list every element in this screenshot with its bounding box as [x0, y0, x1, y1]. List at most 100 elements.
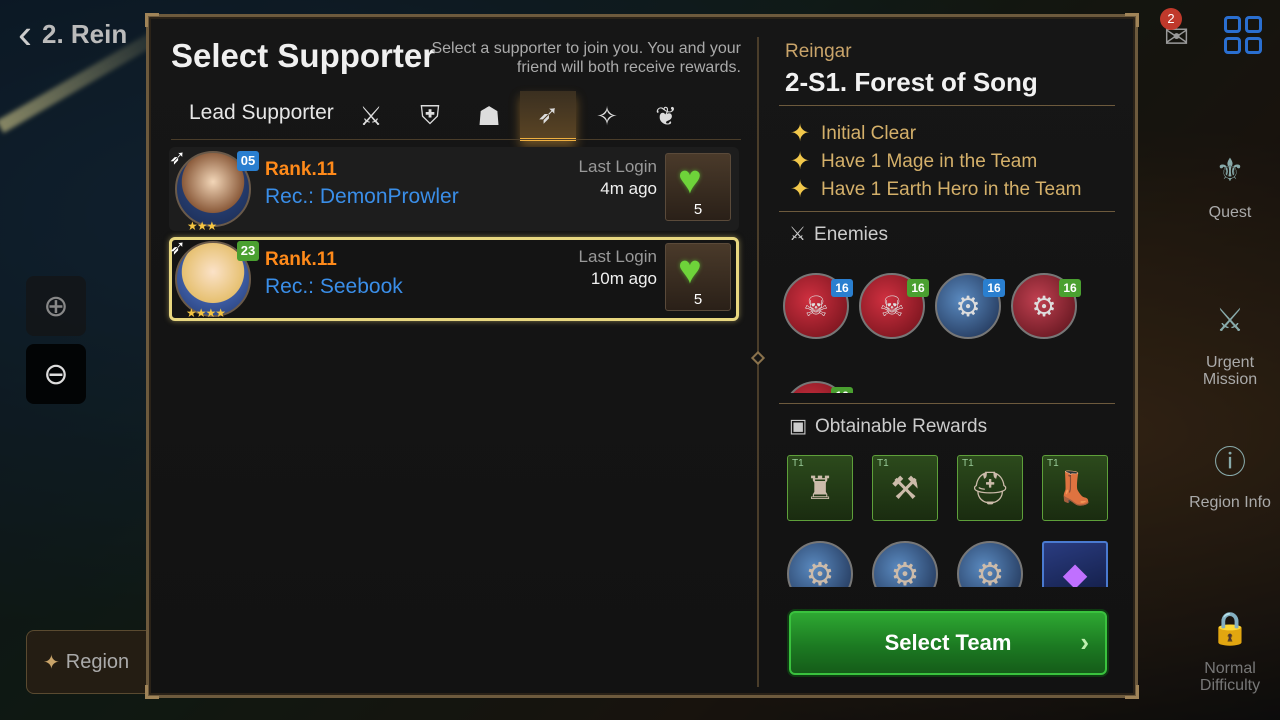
- rewards-label: Obtainable Rewards: [814, 415, 988, 437]
- enemy-portrait[interactable]: ⚙ 16: [1011, 273, 1081, 339]
- back-arrow-icon[interactable]: ‹: [18, 13, 32, 55]
- side-item-quest[interactable]: ⚜ Quest: [1180, 140, 1280, 222]
- zoom-in-icon: ⊕: [43, 289, 69, 323]
- stage-name: 2-S1. Forest of Song: [785, 67, 1038, 97]
- mission-star-icon: ✦: [789, 148, 811, 175]
- tab-underline: [171, 139, 741, 140]
- star-icon: ✦: [43, 651, 60, 674]
- recommender-label: Rec.: Seebook: [265, 275, 403, 298]
- rank-label: Rank.11: [265, 159, 337, 180]
- side-item-label: Region Info: [1189, 494, 1271, 511]
- armor-monster-icon: ⚙: [975, 556, 1005, 587]
- enemy-portrait[interactable]: ⚙ 16: [935, 273, 1005, 339]
- tab-thief[interactable]: ☗: [461, 91, 517, 141]
- mission-star-icon: ✦: [789, 176, 811, 203]
- warrior-class-icon: ⚔: [359, 100, 383, 131]
- ranger-class-icon: ➶: [537, 99, 559, 129]
- enemy-level: 16: [1059, 279, 1081, 297]
- ranger-class-icon: ➶: [169, 147, 186, 169]
- thief-class-icon: ☗: [477, 100, 501, 131]
- enemies-list[interactable]: ☠ 16 ☠ 16 ⚙ 16 ⚙ 16 ☠ 16: [779, 273, 1119, 393]
- tab-warrior[interactable]: ⚔: [343, 91, 399, 141]
- reward-item[interactable]: ◆: [1042, 541, 1108, 587]
- ranger-class-icon: ➶: [169, 237, 186, 259]
- armor-monster-icon: ⚙: [890, 556, 920, 587]
- divider: [779, 403, 1115, 404]
- dialog-description: Select a supporter to join you. You and …: [431, 40, 741, 76]
- panel-corner: [1125, 685, 1139, 699]
- heart-count: 5: [693, 291, 703, 308]
- panel-corner: [145, 13, 159, 27]
- mission-item: ✦ Have 1 Earth Hero in the Team: [785, 175, 1082, 204]
- heart-icon: ♥: [678, 158, 702, 202]
- supporter-card-selected[interactable]: ➶ ★★★★ 23 Rank.11 Rec.: Seebook Last Log…: [169, 237, 739, 321]
- select-team-label: Select Team: [884, 630, 1012, 655]
- menu-grid-icon[interactable]: [1224, 16, 1262, 54]
- mission-item: ✦ Initial Clear: [785, 119, 916, 148]
- reward-item[interactable]: T1 ⛑: [957, 455, 1023, 521]
- reward-item[interactable]: T1 ⚒: [872, 455, 938, 521]
- mission-label: Initial Clear: [821, 122, 917, 144]
- tab-knight[interactable]: ⛨: [402, 91, 458, 141]
- recommender-label: Rec.: DemonProwler: [265, 185, 459, 208]
- rewards-list[interactable]: T1 ♜ T1 ⚒ T1 ⛑ T1 👢 ⚙ ⚙ ⚙ ◆: [779, 451, 1119, 587]
- enemies-label: Enemies: [814, 223, 888, 245]
- divider: [779, 105, 1115, 106]
- reward-item[interactable]: T1 ♜: [787, 455, 853, 521]
- select-team-button[interactable]: Select Team ›: [789, 611, 1107, 675]
- mission-label: Have 1 Earth Hero in the Team: [821, 178, 1082, 200]
- side-item-urgent-mission[interactable]: ⚔ Urgent Mission: [1180, 290, 1280, 388]
- select-supporter-dialog: Select Supporter Select a supporter to j…: [145, 13, 1139, 699]
- friendship-heart: ♥ 5: [665, 243, 731, 311]
- reward-item[interactable]: ⚙: [872, 541, 938, 587]
- zoom-in-button[interactable]: ⊕: [26, 276, 86, 336]
- page-title: 2. Rein: [42, 18, 128, 49]
- star-rating: ★★★★: [186, 306, 226, 320]
- last-login-time: 4m ago: [600, 179, 657, 198]
- enemy-portrait[interactable]: ☠ 16: [783, 381, 853, 393]
- mission-item: ✦ Have 1 Mage in the Team: [785, 147, 1037, 176]
- enemy-portrait[interactable]: ☠ 16: [783, 273, 853, 339]
- friendship-heart: ♥ 5: [665, 153, 731, 221]
- last-login-time: 10m ago: [590, 269, 657, 288]
- tab-lead-supporter[interactable]: Lead Supporter: [189, 101, 334, 125]
- mail-count-badge: 2: [1160, 8, 1182, 30]
- rank-label: Rank.11: [265, 249, 337, 270]
- club-weapon-icon: ⚒: [890, 470, 920, 506]
- armor-icon: ♜: [805, 470, 835, 506]
- zoom-out-icon: ⊖: [43, 357, 69, 391]
- side-item-difficulty[interactable]: 🔒 Normal Difficulty: [1180, 600, 1280, 694]
- level-badge: 05: [237, 151, 259, 171]
- urgent-mission-icon: ⚔: [1215, 302, 1245, 338]
- knight-class-icon: ⛨: [420, 100, 440, 130]
- divider-ornament: [750, 350, 766, 366]
- region-info-icon: ⓘ: [1213, 444, 1246, 480]
- tab-ranger[interactable]: ➶: [520, 91, 576, 141]
- enemy-level: 16: [983, 279, 1005, 297]
- crossed-swords-icon: ⚔: [789, 224, 807, 245]
- side-item-label: Urgent Mission: [1202, 354, 1258, 388]
- reward-item[interactable]: ⚙: [787, 541, 853, 587]
- dialog-title: Select Supporter: [171, 37, 436, 74]
- tab-soul-weaver[interactable]: ❦: [638, 91, 694, 141]
- stage-region: Reingar: [785, 41, 852, 62]
- side-item-label: Quest: [1208, 204, 1252, 221]
- side-item-region-info[interactable]: ⓘ Region Info: [1180, 430, 1280, 512]
- supporter-class-tabs: Lead Supporter ⚔ ⛨ ☗ ➶ ✧ ❦: [171, 91, 741, 141]
- top-left-header: ‹ 2. Rein: [18, 13, 128, 55]
- quest-icon: ⚜: [1215, 152, 1245, 188]
- last-login-label: Last Login: [578, 247, 657, 266]
- reward-item[interactable]: T1 👢: [1042, 455, 1108, 521]
- region-reward-label: Region: [65, 650, 130, 673]
- boots-icon: 👢: [1055, 470, 1095, 506]
- enemy-portrait[interactable]: ☠ 16: [859, 273, 929, 339]
- supporter-card[interactable]: ➶ ★★★ 05 Rank.11 Rec.: DemonProwler Last…: [169, 147, 739, 233]
- zoom-out-button[interactable]: ⊖: [26, 344, 86, 404]
- heart-count: 5: [693, 201, 703, 218]
- reward-item[interactable]: ⚙: [957, 541, 1023, 587]
- backpack-icon: ▣: [789, 416, 807, 437]
- tab-mage[interactable]: ✧: [579, 91, 635, 141]
- enemy-level: 16: [831, 387, 853, 393]
- last-login-label: Last Login: [578, 157, 657, 176]
- soul-weaver-class-icon: ❦: [655, 100, 677, 131]
